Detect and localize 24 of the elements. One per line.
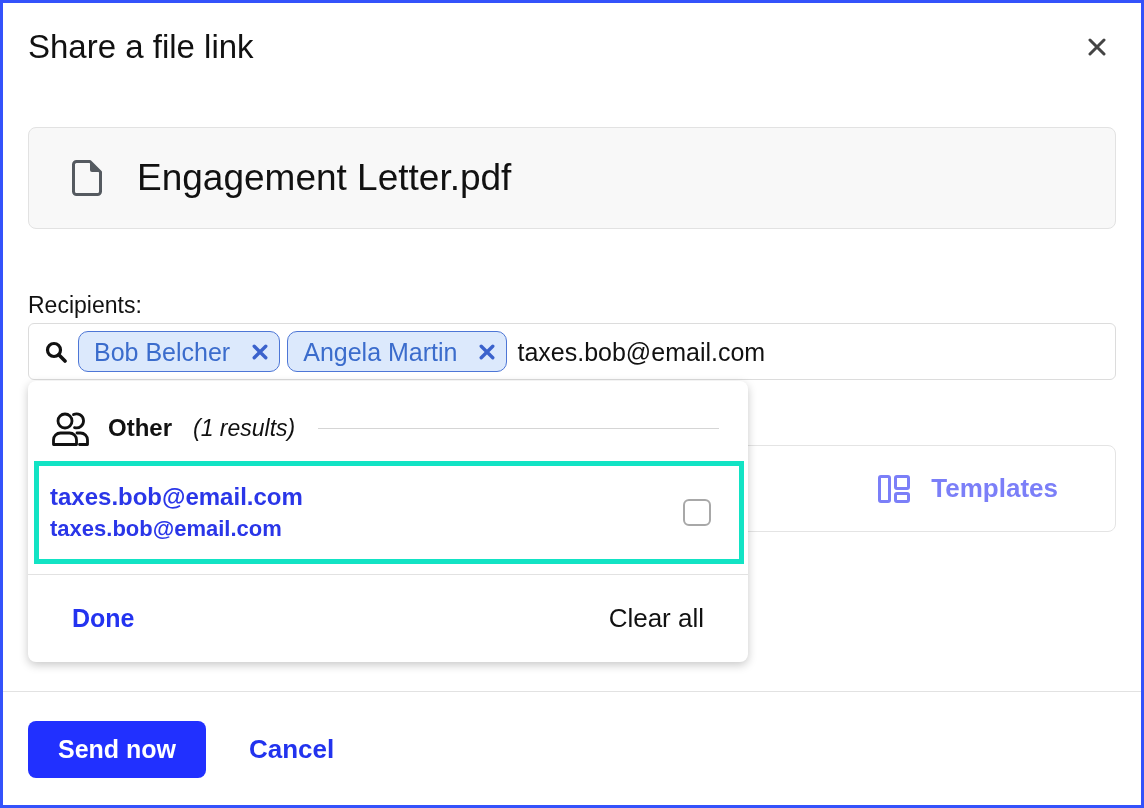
dialog-title: Share a file link bbox=[28, 27, 254, 67]
chip-label: Bob Belcher bbox=[94, 337, 231, 366]
close-icon[interactable] bbox=[1088, 38, 1106, 56]
file-name: Engagement Letter.pdf bbox=[137, 156, 512, 200]
send-now-button[interactable]: Send now bbox=[28, 721, 206, 778]
group-title: Other bbox=[108, 414, 172, 442]
result-item[interactable]: taxes.bob@email.com taxes.bob@email.com bbox=[34, 461, 744, 564]
close-icon[interactable] bbox=[479, 343, 496, 360]
done-button[interactable]: Done bbox=[72, 604, 135, 633]
clear-all-button[interactable]: Clear all bbox=[608, 603, 704, 634]
result-email: taxes.bob@email.com bbox=[50, 516, 282, 542]
people-icon bbox=[52, 410, 89, 446]
chip-label: Angela Martin bbox=[303, 337, 458, 366]
document-icon bbox=[72, 160, 102, 196]
checkbox[interactable] bbox=[683, 499, 711, 526]
cancel-button[interactable]: Cancel bbox=[249, 734, 335, 765]
close-icon[interactable] bbox=[252, 343, 269, 360]
search-icon bbox=[45, 340, 67, 363]
result-name: taxes.bob@email.com bbox=[50, 483, 303, 511]
recipient-search-field[interactable]: Bob Belcher Angela Martin taxes.bob@email.com bbox=[28, 323, 1116, 380]
layout-icon bbox=[878, 474, 911, 503]
search-input[interactable]: taxes.bob@email.com bbox=[517, 336, 1115, 367]
field-label: Recipients: bbox=[28, 292, 142, 318]
result-count: (1 results) bbox=[193, 414, 296, 442]
